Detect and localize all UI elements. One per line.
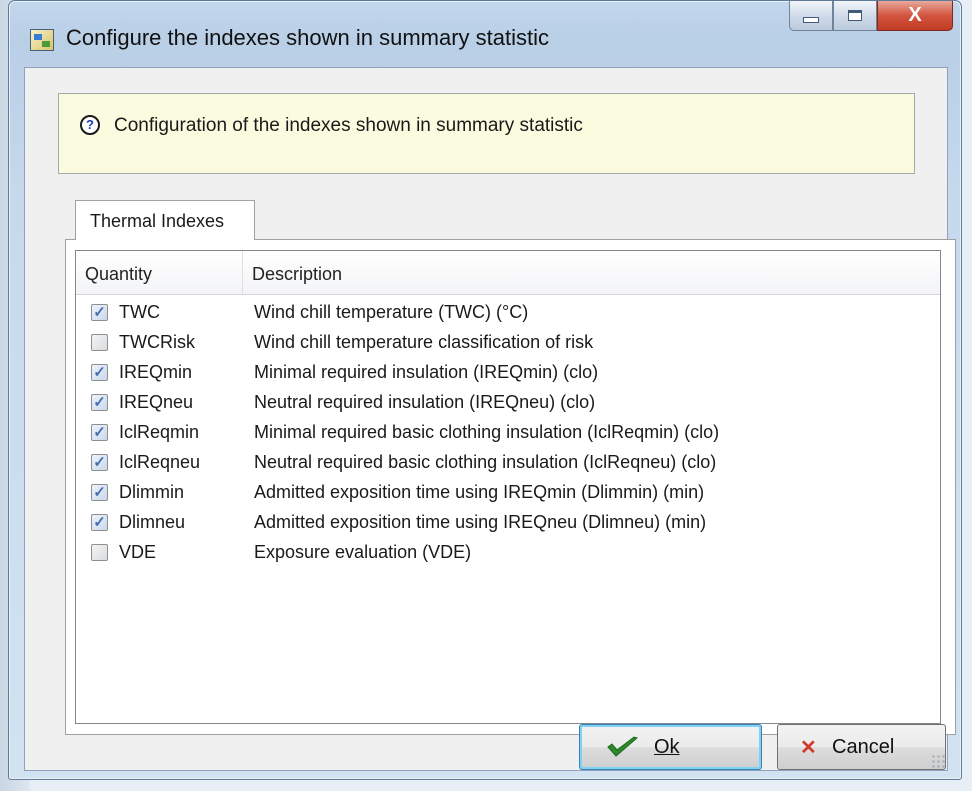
checkbox[interactable]: ✓: [91, 363, 108, 381]
quantity-cell: Dlimneu: [119, 511, 186, 532]
quantity-cell: Dlimmin: [119, 481, 184, 502]
dialog-client-area: ? Configuration of the indexes shown in …: [24, 67, 956, 771]
info-text: Configuration of the indexes shown in su…: [114, 115, 583, 136]
checkbox[interactable]: ✓: [91, 423, 108, 441]
description-cell: Neutral required insulation (IREQneu) (c…: [254, 391, 596, 412]
checkbox[interactable]: [91, 333, 108, 351]
checkbox[interactable]: [91, 543, 108, 561]
minimize-button[interactable]: [789, 1, 833, 31]
window-controls: X: [789, 1, 953, 33]
checkmark-icon: [607, 736, 638, 757]
checkbox[interactable]: ✓: [91, 453, 108, 471]
list-header: Quantity Description: [76, 251, 940, 295]
quantity-cell: IREQmin: [119, 361, 193, 382]
list-item[interactable]: ✓ IREQneu Neutral required insulation (IRE…: [76, 387, 940, 417]
ok-label: Ok: [654, 735, 680, 758]
cancel-button[interactable]: ✕ Cancel: [777, 724, 946, 770]
list-item[interactable]: ✓ IclReqneu Neutral required basic clothin…: [76, 447, 940, 477]
list-item[interactable]: ✓ IclReqmin Minimal required basic clothin…: [76, 417, 940, 447]
quantity-cell: IREQneu: [119, 391, 194, 412]
list-item[interactable]: ✓ Dlimneu Admitted exposition time using I…: [76, 507, 940, 537]
description-cell: Wind chill temperature (TWC) (°C): [254, 301, 529, 322]
description-cell: Admitted exposition time using IREQmin (…: [254, 481, 705, 502]
description-cell: Minimal required basic clothing insulati…: [254, 421, 720, 442]
tab-panel: Quantity Description ✓ TWC Wind chill temp…: [65, 239, 956, 735]
description-cell: Exposure evaluation (VDE): [254, 541, 472, 562]
quantity-cell: IclReqneu: [119, 451, 201, 472]
description-cell: Minimal required insulation (IREQmin) (c…: [254, 361, 599, 382]
info-banner: ? Configuration of the indexes shown in …: [58, 93, 915, 174]
resize-grip[interactable]: [931, 754, 945, 768]
minimize-icon: [803, 16, 819, 23]
description-cell: Neutral required basic clothing insulati…: [254, 451, 717, 472]
window-title: Configure the indexes shown in summary s…: [66, 25, 549, 50]
list-rows: ✓ TWC Wind chill temperature (TWC) (°C) TWC…: [76, 297, 940, 567]
cancel-label: Cancel: [832, 735, 895, 758]
column-header-description[interactable]: Description: [243, 251, 926, 294]
tab-thermal-indexes[interactable]: Thermal Indexes: [75, 200, 255, 240]
dialog-window: Configure the indexes shown in summary s…: [8, 0, 962, 780]
list-item[interactable]: ✓ Dlimmin Admitted exposition time using I…: [76, 477, 940, 507]
quantity-cell: IclReqmin: [119, 421, 200, 442]
description-cell: Wind chill temperature classification of…: [254, 331, 594, 352]
maximize-icon: [848, 10, 862, 21]
quantity-cell: TWC: [119, 301, 160, 322]
description-cell: Admitted exposition time using IREQneu (…: [254, 511, 707, 532]
app-icon: [30, 29, 54, 51]
close-button[interactable]: X: [877, 1, 953, 31]
tab-label: Thermal Indexes: [90, 211, 225, 231]
checkbox[interactable]: ✓: [91, 513, 108, 531]
list-item[interactable]: ✓ TWC Wind chill temperature (TWC) (°C): [76, 297, 940, 327]
cancel-x-icon: ✕: [800, 736, 817, 759]
checkbox[interactable]: ✓: [91, 303, 108, 321]
title-bar[interactable]: Configure the indexes shown in summary s…: [9, 1, 961, 67]
quantity-cell: TWCRisk: [119, 331, 195, 352]
ok-button[interactable]: Ok: [579, 724, 762, 770]
quantity-cell: VDE: [119, 541, 157, 562]
close-icon: X: [908, 4, 922, 26]
list-item[interactable]: ✓ IREQmin Minimal required insulation (IRE…: [76, 357, 940, 387]
indexes-list[interactable]: Quantity Description ✓ TWC Wind chill temp…: [75, 250, 941, 724]
maximize-button[interactable]: [833, 1, 877, 31]
checkbox[interactable]: ✓: [91, 393, 108, 411]
column-header-quantity[interactable]: Quantity: [76, 251, 243, 294]
checkbox[interactable]: ✓: [91, 483, 108, 501]
list-item[interactable]: TWCRisk Wind chill temperature classifica…: [76, 327, 940, 357]
question-icon: ?: [80, 115, 100, 135]
list-item[interactable]: VDE Exposure evaluation (VDE): [76, 537, 940, 567]
